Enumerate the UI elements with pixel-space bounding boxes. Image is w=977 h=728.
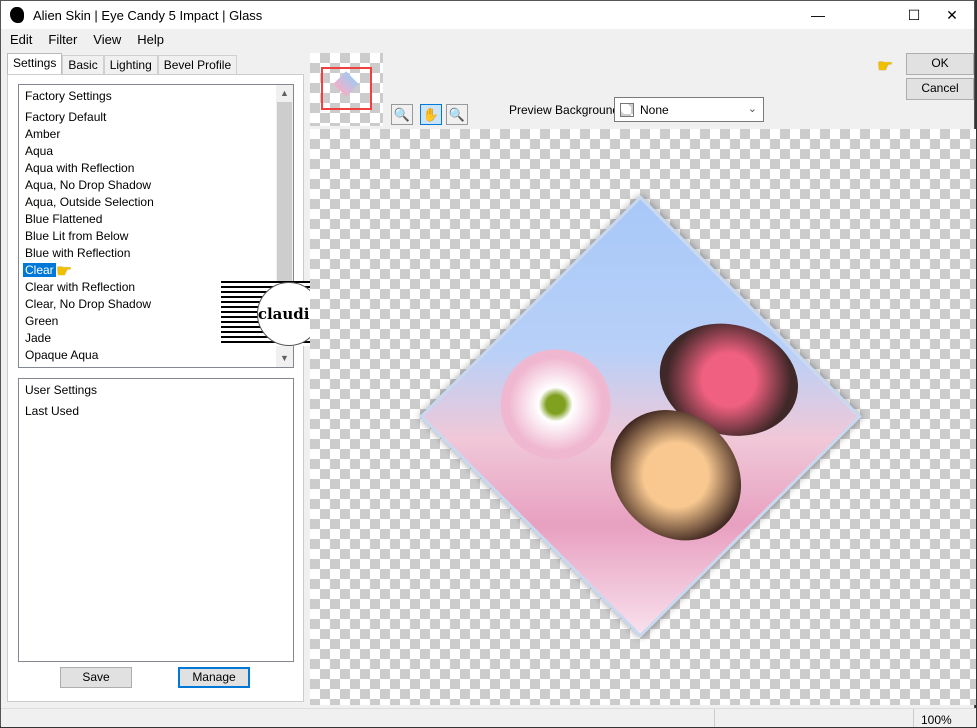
close-button[interactable]: ✕: [929, 1, 975, 29]
list-item[interactable]: Opaque Aqua: [19, 347, 293, 364]
zoom-level: 100%: [921, 713, 952, 727]
minimize-button[interactable]: —: [795, 1, 841, 29]
preview-canvas[interactable]: [310, 129, 976, 705]
preview-background-label: Preview Background:: [509, 103, 623, 117]
manage-button[interactable]: Manage: [178, 667, 250, 688]
zoom-tool-icon[interactable]: 🔍: [446, 104, 468, 125]
menu-filter[interactable]: Filter: [39, 29, 84, 51]
list-item-label: Aqua, Outside Selection: [25, 195, 154, 209]
list-item-label: Aqua: [25, 144, 54, 158]
scroll-up-icon[interactable]: ▲: [276, 85, 293, 102]
status-bar: 100%: [1, 708, 976, 727]
settings-panel: Factory Settings Factory Default Amber Aqu…: [7, 74, 304, 702]
alien-skin-icon: [10, 7, 24, 23]
zoom-fit-icon[interactable]: 🔍: [391, 104, 413, 125]
list-item-label: Blue Lit from Below: [25, 229, 129, 243]
list-item[interactable]: Blue Lit from Below: [19, 228, 293, 245]
pointing-hand-icon: ☛: [877, 56, 894, 76]
tab-basic[interactable]: Basic: [62, 55, 104, 74]
list-item[interactable]: Aqua: [19, 143, 293, 160]
list-item[interactable]: Blue with Reflection: [19, 245, 293, 262]
list-item[interactable]: Aqua with Reflection: [19, 160, 293, 177]
tab-bar: Settings Basic Lighting Bevel Profile: [7, 53, 238, 74]
scroll-thumb[interactable]: [277, 102, 292, 290]
ok-button[interactable]: OK: [906, 53, 974, 75]
pointing-hand-icon: ☛: [56, 261, 73, 281]
tab-bevel-profile[interactable]: Bevel Profile: [157, 55, 238, 74]
list-item[interactable]: Factory Default: [19, 109, 293, 126]
user-settings-list[interactable]: User Settings Last Used: [18, 378, 294, 662]
list-item[interactable]: Amber: [19, 126, 293, 143]
menu-view[interactable]: View: [84, 29, 128, 51]
user-settings-header: User Settings: [25, 383, 98, 397]
list-item-label: Factory Default: [25, 110, 107, 124]
list-item-label: Amber: [25, 127, 61, 141]
list-item-label: Clear with Reflection: [25, 280, 136, 294]
title-bar: Alien Skin | Eye Candy 5 Impact | Glass …: [1, 1, 974, 29]
chevron-down-icon: ⌄: [747, 103, 757, 115]
preview-background-dropdown[interactable]: None ⌄: [614, 97, 764, 122]
scroll-down-icon[interactable]: ▼: [276, 350, 293, 367]
list-item-label: Blue with Reflection: [25, 246, 131, 260]
checker-swatch-icon: [620, 102, 634, 117]
menu-help[interactable]: Help: [128, 29, 171, 51]
list-item-label: Green: [25, 314, 59, 328]
tab-settings[interactable]: Settings: [7, 53, 63, 74]
list-item-label: Aqua, No Drop Shadow: [25, 178, 152, 192]
list-item-label: Aqua with Reflection: [25, 161, 135, 175]
list-item-label: Jade: [25, 331, 52, 345]
preview-background-value: None: [640, 102, 669, 117]
list-item-label: Clear, No Drop Shadow: [25, 297, 152, 311]
app-window: Alien Skin | Eye Candy 5 Impact | Glass …: [0, 0, 976, 727]
menu-bar: Edit Filter View Help: [1, 29, 171, 51]
window-title: Alien Skin | Eye Candy 5 Impact | Glass: [33, 7, 263, 23]
factory-settings-header: Factory Settings: [25, 89, 112, 103]
glass-effect-image: [419, 195, 862, 638]
list-item-label: Clear: [23, 263, 56, 277]
cancel-button[interactable]: Cancel: [906, 78, 974, 100]
list-item[interactable]: Aqua, No Drop Shadow: [19, 177, 293, 194]
save-button[interactable]: Save: [60, 667, 132, 688]
hand-tool-icon[interactable]: ✋: [420, 104, 442, 125]
list-item[interactable]: Blue Flattened: [19, 211, 293, 228]
list-item-label: Blue Flattened: [25, 212, 103, 226]
list-item[interactable]: Last Used: [19, 403, 293, 420]
tab-lighting[interactable]: Lighting: [103, 55, 158, 74]
list-item-label: Opaque Aqua: [25, 348, 99, 362]
list-item[interactable]: Aqua, Outside Selection: [19, 194, 293, 211]
navigator-thumbnail[interactable]: [310, 53, 383, 126]
menu-edit[interactable]: Edit: [1, 29, 39, 51]
